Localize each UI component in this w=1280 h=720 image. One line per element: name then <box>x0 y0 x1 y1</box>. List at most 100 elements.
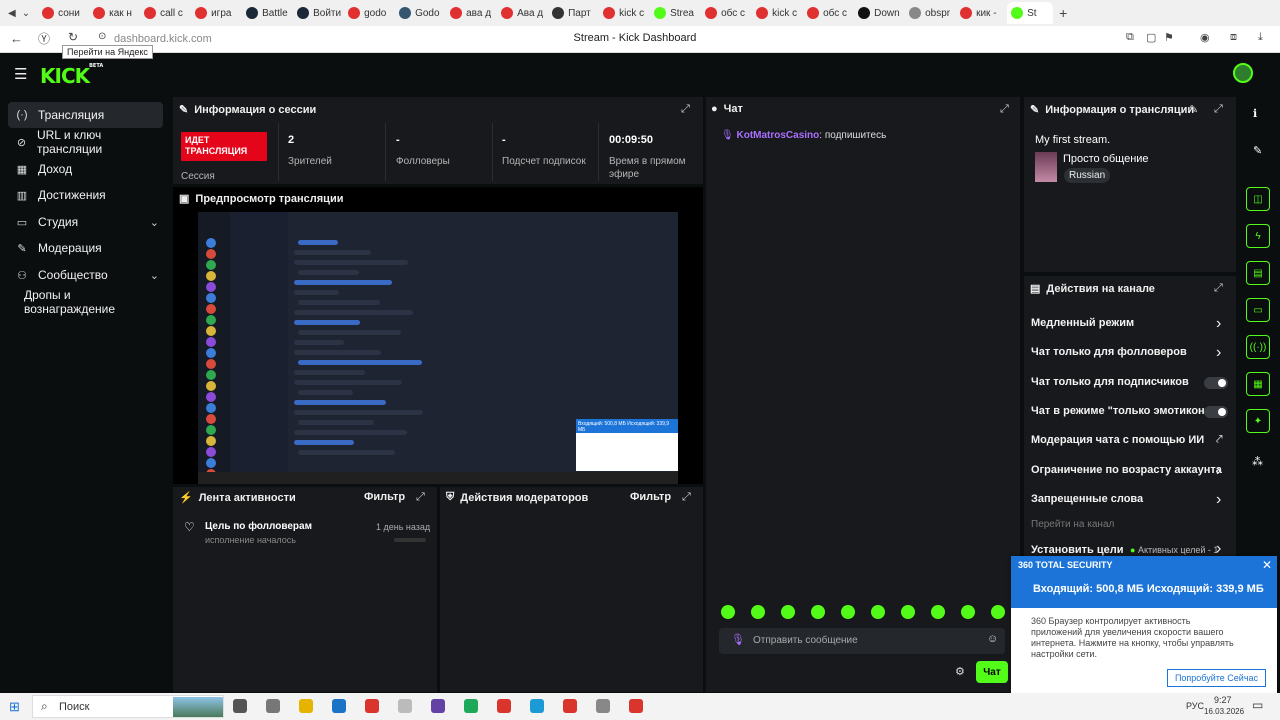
toggle-switch[interactable] <box>1204 377 1228 389</box>
emote-icon[interactable] <box>961 605 975 619</box>
expand-icon[interactable]: ⤢ <box>681 103 690 116</box>
emote-icon[interactable] <box>781 605 795 619</box>
chat-settings-icon[interactable]: ⚙ <box>955 665 965 678</box>
browser-tab[interactable]: kick c <box>752 2 803 24</box>
download-arrow-icon[interactable]: ⤓ <box>1258 31 1263 44</box>
mod-filter-button[interactable]: Фильтр <box>630 491 671 503</box>
audio-icon[interactable]: ◀ <box>8 8 16 19</box>
bookmark-icon[interactable]: ⚑ <box>1164 31 1174 44</box>
emote-icon[interactable] <box>721 605 735 619</box>
kick-logo[interactable]: KICKBETA <box>40 63 103 88</box>
toggle-switch[interactable] <box>1204 406 1228 418</box>
taskbar-app-icon[interactable] <box>530 699 544 713</box>
tabs-dropdown-icon[interactable]: ⌄ <box>22 8 30 19</box>
browser-tab[interactable]: Strea <box>650 2 701 24</box>
taskbar-app-icon[interactable] <box>266 699 280 713</box>
emote-icon[interactable] <box>751 605 765 619</box>
edit-pen-icon[interactable]: ✎ <box>1253 144 1262 157</box>
signal-icon[interactable]: ((·)) <box>1246 335 1270 359</box>
taskbar-app-icon[interactable] <box>629 699 643 713</box>
browser-tab[interactable]: Ава д <box>497 2 548 24</box>
new-tab-icon[interactable]: + <box>1059 5 1067 21</box>
expand-icon[interactable]: ⤢ <box>1214 103 1223 116</box>
sidebar-item-4[interactable]: ▭ Студия ⌄ <box>8 209 163 235</box>
browser-tab[interactable]: игра <box>191 2 242 24</box>
browser-tab[interactable]: godo <box>344 2 395 24</box>
tools-icon[interactable]: ✦ <box>1246 409 1270 433</box>
taskbar-app-icon[interactable] <box>233 699 247 713</box>
channel-action-item[interactable]: Чат только для фолловеров <box>1031 346 1187 358</box>
avatar[interactable] <box>1233 63 1253 83</box>
browser-tab[interactable]: сони <box>38 2 89 24</box>
chevron-right-icon[interactable]: › <box>1216 491 1221 509</box>
taskbar-app-icon[interactable] <box>332 699 346 713</box>
sidebar-item-2[interactable]: ▦ Доход <box>8 156 163 182</box>
activity-filter-button[interactable]: Фильтр <box>364 491 405 503</box>
emoji-icon[interactable]: ☺ <box>987 633 998 645</box>
taskbar-app-icon[interactable] <box>365 699 379 713</box>
sidebar-item-0[interactable]: (·) Трансляция <box>8 102 163 128</box>
browser-tab[interactable]: Войти <box>293 2 344 24</box>
taskbar-app-icon[interactable] <box>299 699 313 713</box>
taskbar-app-icon[interactable] <box>398 699 412 713</box>
reader-icon[interactable]: ⧉ <box>1126 31 1134 44</box>
info-circle-icon[interactable]: ℹ <box>1253 107 1257 120</box>
chevron-right-icon[interactable]: › <box>1216 315 1221 333</box>
chevron-right-icon[interactable]: › <box>1216 344 1221 362</box>
expand-icon[interactable]: ⤢ <box>1000 103 1009 116</box>
chat-icon[interactable]: ▭ <box>1246 298 1270 322</box>
channel-action-item[interactable]: Чат в режиме "только эмотиконы" <box>1031 405 1219 417</box>
browser-tab[interactable]: как н <box>89 2 140 24</box>
external-link-icon[interactable]: ⤤ <box>1216 432 1223 447</box>
chat-input[interactable]: 🎙 Отправить сообщение ☺ <box>719 628 1005 654</box>
browser-tab[interactable]: обс с <box>803 2 854 24</box>
chevron-down-icon[interactable]: ⌄ <box>150 269 159 282</box>
emote-icon[interactable] <box>901 605 915 619</box>
notifications-icon[interactable]: ▭ <box>1252 698 1263 712</box>
browser-tab[interactable]: Down <box>854 2 905 24</box>
chevron-right-icon[interactable]: › <box>1216 462 1221 480</box>
taskbar-app-icon[interactable] <box>563 699 577 713</box>
sidebar-item-3[interactable]: ▥ Достижения <box>8 182 163 208</box>
screen-capture-icon[interactable]: ◫ <box>1246 187 1270 211</box>
channel-action-item[interactable]: Ограничение по возрасту аккаунта <box>1031 464 1222 476</box>
set-goals-item[interactable]: Установить цели <box>1031 544 1124 556</box>
sidebar-item-6[interactable]: ⚇ Сообщество ⌄ <box>8 262 163 288</box>
chat-username[interactable]: KotMatrosCasino <box>736 130 819 141</box>
browser-tab[interactable]: call c <box>140 2 191 24</box>
community-dots-icon[interactable]: ⁂ <box>1252 455 1263 468</box>
stream-preview-video[interactable]: Входящий: 500,8 МБ Исходящий: 339,9 МБ <box>198 212 678 484</box>
chat-send-button[interactable]: Чат <box>976 661 1008 683</box>
taskbar-app-icon[interactable] <box>431 699 445 713</box>
browser-tab[interactable]: Battle <box>242 2 293 24</box>
document-icon[interactable]: ▤ <box>1246 261 1270 285</box>
input-language[interactable]: РУС <box>1186 701 1204 711</box>
browser-tab[interactable]: ава д <box>446 2 497 24</box>
edit-icon[interactable]: ✎ <box>1189 103 1198 116</box>
browser-tab[interactable]: Парт <box>548 2 599 24</box>
emote-icon[interactable] <box>871 605 885 619</box>
layout-icon[interactable]: ▦ <box>1246 372 1270 396</box>
browser-tab[interactable]: kick c <box>599 2 650 24</box>
expand-icon[interactable]: ⤢ <box>416 491 425 504</box>
channel-action-item[interactable]: Запрещенные слова <box>1031 493 1143 505</box>
browser-tab[interactable]: obspr <box>905 2 956 24</box>
browser-tab[interactable]: кик - <box>956 2 1007 24</box>
alice-icon[interactable]: ◉ <box>1200 31 1210 44</box>
goto-channel-link[interactable]: Перейти на канал <box>1031 519 1114 530</box>
emote-icon[interactable] <box>931 605 945 619</box>
sidebar-item-1[interactable]: ⊘ URL и ключ трансляции <box>8 128 163 156</box>
sidebar-item-7[interactable]: Дропы и вознаграждение <box>8 288 163 316</box>
channel-action-item[interactable]: Медленный режим <box>1031 317 1134 329</box>
browser-tab[interactable]: St <box>1007 2 1054 24</box>
taskbar-app-icon[interactable] <box>464 699 478 713</box>
taskbar-search[interactable]: ⌕ Поиск <box>32 695 224 718</box>
emote-icon[interactable] <box>841 605 855 619</box>
sidebar-item-5[interactable]: ✎ Модерация <box>8 235 163 261</box>
channel-action-item[interactable]: Чат только для подписчиков <box>1031 376 1189 388</box>
collections-icon[interactable]: ⧈ <box>1230 31 1237 44</box>
taskbar-app-icon[interactable] <box>596 699 610 713</box>
browser-tab[interactable]: Godo <box>395 2 446 24</box>
taskbar-app-icon[interactable] <box>497 699 511 713</box>
windows-start-icon[interactable]: ⊞ <box>9 699 20 715</box>
